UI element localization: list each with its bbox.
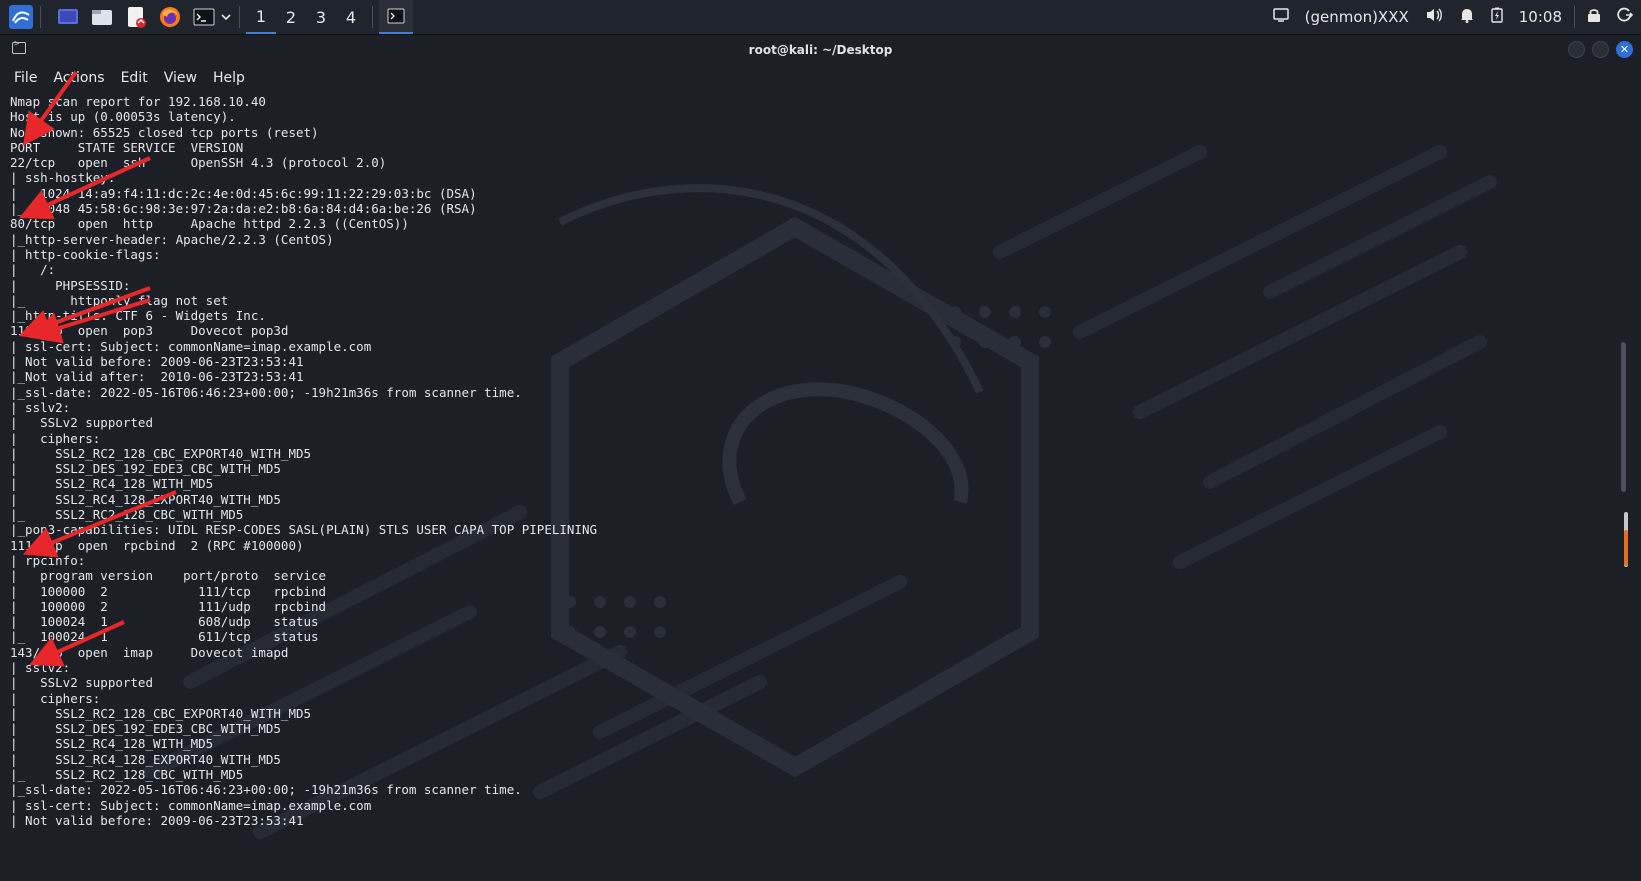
terminal-line: | ssl-cert: Subject: commonName=imap.exa… (10, 797, 372, 813)
menu-actions[interactable]: Actions (45, 70, 112, 86)
terminal-line: 80/tcp open http Apache httpd 2.2.3 ((Ce… (10, 216, 409, 232)
clock[interactable]: 10:08 (1519, 8, 1562, 26)
volume-icon[interactable] (1425, 7, 1443, 27)
terminal-line: | ssh-hostkey: (10, 170, 116, 186)
terminal-line: |_ httponly flag not set (10, 292, 229, 308)
terminal-line: |_http-server-header: Apache/2.2.3 (Cent… (10, 231, 334, 247)
terminal-line: Nmap scan report for 192.168.10.40 (10, 94, 266, 109)
close-button[interactable]: ✕ (1616, 41, 1633, 58)
firefox-icon[interactable] (157, 4, 183, 30)
terminal-line: | rpcinfo: (10, 552, 86, 568)
menu-view[interactable]: View (156, 70, 205, 86)
panel-separator (40, 6, 41, 28)
show-desktop-icon[interactable] (55, 4, 81, 30)
logout-icon[interactable] (1617, 7, 1634, 27)
terminal-line: |_http-title: CTF 6 - Widgets Inc. (10, 308, 266, 324)
terminal-line: PORT STATE SERVICE VERSION (10, 139, 244, 155)
terminal-line: | 100000 2 111/udp rpcbind (10, 598, 327, 614)
terminal-line: | /: (10, 262, 56, 278)
terminal-line: |_Not valid after: 2010-06-23T23:53:41 (10, 369, 304, 385)
terminal-line: 22/tcp open ssh OpenSSH 4.3 (protocol 2.… (10, 155, 387, 171)
terminal-line: |_ SSL2_RC2_128_CBC_WITH_MD5 (10, 767, 244, 783)
battery-icon[interactable] (1491, 7, 1503, 27)
panel-separator (372, 6, 373, 28)
terminal-line: |_ssl-date: 2022-05-16T06:46:23+00:00; -… (10, 782, 522, 798)
window-controls: ✕ (1561, 41, 1633, 58)
workspace-4[interactable]: 4 (336, 0, 366, 34)
terminal-line: | 100000 2 111/tcp rpcbind (10, 583, 327, 599)
terminal-line: | SSL2_RC2_128_CBC_EXPORT40_WITH_MD5 (10, 705, 312, 721)
terminal-line: | sslv2: (10, 399, 71, 415)
panel-separator (239, 6, 240, 28)
terminal-line: | SSLv2 supported (10, 675, 153, 691)
top-panel: 1 2 3 4 (genmon)XXX 10:08 (0, 0, 1641, 35)
terminal-line: |_ SSL2_RC2_128_CBC_WITH_MD5 (10, 507, 244, 523)
terminal-line: Not shown: 65525 closed tcp ports (reset… (10, 124, 319, 140)
terminal-line: | PHPSESSID: (10, 277, 131, 293)
terminal-line: | SSLv2 supported (10, 415, 153, 431)
menu-edit[interactable]: Edit (113, 70, 156, 86)
terminal-line: | SSL2_RC4_128_EXPORT40_WITH_MD5 (10, 491, 281, 507)
terminal-line: 110/tcp open pop3 Dovecot pop3d (10, 323, 289, 339)
terminal-line: |_ssl-date: 2022-05-16T06:46:23+00:00; -… (10, 384, 522, 400)
text-editor-icon[interactable] (123, 4, 149, 30)
kali-menu-icon[interactable] (8, 4, 34, 30)
terminal-line: |_ 100024 1 611/tcp status (10, 629, 319, 645)
terminal-line: | program version port/proto service (10, 568, 327, 584)
file-manager-icon[interactable] (89, 4, 115, 30)
terminal-launcher-icon[interactable] (191, 4, 217, 30)
notification-bell-icon[interactable] (1459, 7, 1475, 27)
terminal-line: | Not valid before: 2009-06-23T23:53:41 (10, 812, 304, 828)
window-terminal-icon (12, 39, 26, 54)
lock-icon[interactable] (1587, 7, 1601, 27)
close-icon: ✕ (1619, 43, 1630, 56)
menu-file[interactable]: File (6, 70, 45, 86)
minimize-button[interactable] (1568, 41, 1585, 58)
terminal-line: |_ 2048 45:58:6c:98:3e:97:2a:da:e2:b8:6a… (10, 201, 477, 217)
terminal-text: Nmap scan report for 192.168.10.40 Host i… (10, 94, 597, 828)
terminal-line: | http-cookie-flags: (10, 246, 161, 262)
terminal-line: | sslv2: (10, 659, 71, 675)
window-title: root@kali: ~/Desktop (748, 43, 893, 57)
terminal-line: | SSL2_DES_192_EDE3_CBC_WITH_MD5 (10, 721, 281, 737)
terminal-line: | SSL2_RC4_128_WITH_MD5 (10, 476, 214, 492)
terminal-line: |_pop3-capabilities: UIDL RESP-CODES SAS… (10, 522, 597, 538)
terminal-line: 143/tcp open imap Dovecot imapd (10, 644, 289, 660)
workspace-1[interactable]: 1 (246, 0, 276, 34)
terminal-line: | ssl-cert: Subject: commonName=imap.exa… (10, 338, 372, 354)
taskbar-terminal-window[interactable] (379, 0, 413, 34)
terminal-line: | SSL2_DES_192_EDE3_CBC_WITH_MD5 (10, 461, 281, 477)
chevron-down-icon[interactable] (219, 4, 233, 30)
terminal-line: | 100024 1 608/udp status (10, 614, 319, 630)
terminal-line: | SSL2_RC2_128_CBC_EXPORT40_WITH_MD5 (10, 445, 312, 461)
panel-separator (1574, 6, 1575, 28)
window-titlebar[interactable]: root@kali: ~/Desktop ✕ (0, 35, 1641, 65)
terminal-line: Host is up (0.00053s latency). (10, 109, 236, 125)
genmon-label[interactable]: (genmon)XXX (1305, 8, 1409, 26)
terminal-line: | SSL2_RC4_128_EXPORT40_WITH_MD5 (10, 751, 281, 767)
terminal-output-area[interactable]: Nmap scan report for 192.168.10.40 Host i… (0, 92, 1628, 881)
workspace-2[interactable]: 2 (276, 0, 306, 34)
terminal-line: 111/tcp open rpcbind 2 (RPC #100000) (10, 537, 304, 553)
display-icon[interactable] (1272, 8, 1289, 26)
terminal-line: | ciphers: (10, 430, 101, 446)
maximize-button[interactable] (1592, 41, 1609, 58)
terminal-window: root@kali: ~/Desktop ✕ File Actions Edit… (0, 35, 1641, 881)
terminal-line: | 1024 14:a9:f4:11:dc:2c:4e:0d:45:6c:99:… (10, 185, 477, 201)
menubar: File Actions Edit View Help (0, 65, 1641, 91)
workspace-3[interactable]: 3 (306, 0, 336, 34)
menu-help[interactable]: Help (205, 70, 253, 86)
system-tray: (genmon)XXX 10:08 (1265, 0, 1641, 34)
terminal-line: | ciphers: (10, 690, 101, 706)
terminal-scrollbar[interactable] (1621, 342, 1626, 492)
scroll-position-thumb[interactable] (1624, 530, 1628, 566)
terminal-line: | Not valid before: 2009-06-23T23:53:41 (10, 354, 304, 370)
terminal-line: | SSL2_RC4_128_WITH_MD5 (10, 736, 214, 752)
terminal-icon (387, 8, 405, 24)
